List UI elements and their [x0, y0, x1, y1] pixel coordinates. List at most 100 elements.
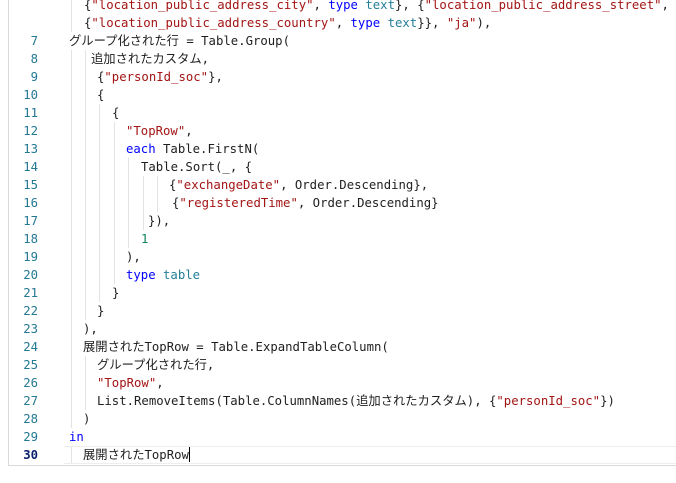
indent-guide	[85, 266, 86, 284]
indent-guide	[128, 230, 129, 248]
indent-guide	[114, 230, 115, 248]
indent-guide	[71, 284, 72, 302]
code-editor[interactable]: {"location_public_address_city", type te…	[0, 0, 676, 466]
code-token: 追加されたカスタム,	[91, 52, 210, 66]
line-code: type table	[126, 266, 200, 284]
code-token: "location_public_address_city"	[91, 0, 314, 12]
indent-guide	[71, 446, 72, 464]
line-code: 1	[141, 230, 148, 248]
indent-guide	[85, 68, 86, 86]
code-line[interactable]: 21}	[0, 284, 676, 302]
code-token: type	[350, 16, 381, 30]
line-number: 10	[23, 88, 38, 102]
code-token: )	[83, 412, 91, 426]
line-number: 14	[23, 160, 38, 174]
indent-guide	[114, 158, 115, 176]
code-token: "personId_soc"	[496, 394, 601, 408]
indent-guide	[85, 176, 86, 194]
line-number: 20	[23, 268, 38, 282]
code-token: ),	[476, 16, 492, 30]
code-line[interactable]: 11 {	[0, 104, 676, 122]
code-token: table	[163, 268, 201, 282]
code-token: "personId_soc"	[104, 70, 209, 84]
line-code: each Table.FirstN(	[126, 140, 259, 158]
indent-guide	[85, 158, 86, 176]
code-line[interactable]: 27 List.RemoveItems(Table.ColumnNames(追加さ…	[0, 392, 676, 410]
code-line[interactable]: 18 1	[0, 230, 676, 248]
code-token: Table.Sort(_, {	[141, 160, 253, 174]
line-number: 18	[23, 232, 38, 246]
code-line[interactable]: 19),	[0, 248, 676, 266]
indent-guide	[85, 194, 86, 212]
code-line[interactable]: 15 {"exchangeDate", Order.Descending},	[0, 176, 676, 194]
line-code: {"location_public_address_city", type te…	[84, 0, 676, 14]
indent-guide	[99, 284, 100, 302]
line-code: グループ化された行,	[97, 356, 214, 374]
code-token: ),	[83, 322, 98, 336]
code-line[interactable]: 9 {"personId_soc"},	[0, 68, 676, 86]
code-line[interactable]: 8 追加されたカスタム,	[0, 50, 676, 68]
line-code: }	[112, 284, 119, 302]
code-token: 展開されたTopRow	[83, 448, 189, 462]
code-line[interactable]: {"location_public_address_country", type…	[0, 14, 676, 32]
indent-guide	[157, 176, 158, 194]
code-line[interactable]: 28)	[0, 410, 676, 428]
indent-guide	[85, 50, 86, 68]
code-line[interactable]: 22}	[0, 302, 676, 320]
code-line[interactable]: 30 展開されたTopRow	[0, 446, 676, 464]
code-line[interactable]: 7 グループ化された行 = Table.Group(	[0, 32, 676, 50]
line-code: {	[97, 86, 104, 104]
indent-guide	[85, 104, 86, 122]
line-code: {"personId_soc"},	[97, 68, 223, 86]
code-line[interactable]: 10 {	[0, 86, 676, 104]
code-line[interactable]: 14 Table.Sort(_, {	[0, 158, 676, 176]
indent-guide	[71, 356, 72, 374]
code-token: ,	[156, 376, 164, 390]
indent-guide	[99, 176, 100, 194]
indent-guide	[99, 212, 100, 230]
indent-guide	[71, 104, 72, 122]
code-line[interactable]: 25 グループ化された行,	[0, 356, 676, 374]
line-number: 9	[30, 70, 38, 84]
indent-guide	[157, 194, 158, 212]
indent-guide	[114, 140, 115, 158]
indent-guide	[71, 86, 72, 104]
code-token: List.RemoveItems(Table.ColumnNames(追加された…	[97, 394, 497, 408]
code-line[interactable]: 17}),	[0, 212, 676, 230]
code-token: "location_public_address_street"	[424, 0, 662, 12]
line-code: {	[112, 104, 119, 122]
indent-guide	[143, 194, 144, 212]
line-code: ),	[126, 248, 141, 266]
indent-guide	[85, 248, 86, 266]
code-line[interactable]: 23),	[0, 320, 676, 338]
line-code: "TopRow",	[126, 122, 193, 140]
line-code: ),	[83, 320, 98, 338]
code-line[interactable]: 12 "TopRow",	[0, 122, 676, 140]
code-token: })	[600, 394, 615, 408]
code-line[interactable]: 13 each Table.FirstN(	[0, 140, 676, 158]
code-line[interactable]: 20 type table	[0, 266, 676, 284]
code-line[interactable]: 26 "TopRow",	[0, 374, 676, 392]
indent-guide	[99, 266, 100, 284]
code-area[interactable]: {"location_public_address_city", type te…	[0, 0, 676, 464]
indent-guide	[114, 194, 115, 212]
indent-guide	[99, 248, 100, 266]
line-code: in	[69, 428, 84, 446]
line-number: 28	[23, 412, 38, 426]
indent-guide	[71, 374, 72, 392]
line-code: グループ化された行 = Table.Group(	[69, 32, 290, 50]
code-line[interactable]: {"location_public_address_city", type te…	[0, 0, 676, 14]
code-token: ),	[126, 250, 141, 264]
line-number: 30	[23, 448, 38, 462]
code-token: type	[126, 268, 156, 282]
indent-guide	[114, 212, 115, 230]
line-number: 26	[23, 376, 38, 390]
code-line[interactable]: 16 {"registeredTime", Order.Descending}	[0, 194, 676, 212]
code-token: "registeredTime"	[179, 196, 298, 210]
code-line[interactable]: 24 展開されたTopRow = Table.ExpandTableColumn(	[0, 338, 676, 356]
code-line[interactable]: 29 in	[0, 428, 676, 446]
indent-guide	[71, 122, 72, 140]
indent-guide	[85, 284, 86, 302]
line-number: 8	[30, 52, 38, 66]
